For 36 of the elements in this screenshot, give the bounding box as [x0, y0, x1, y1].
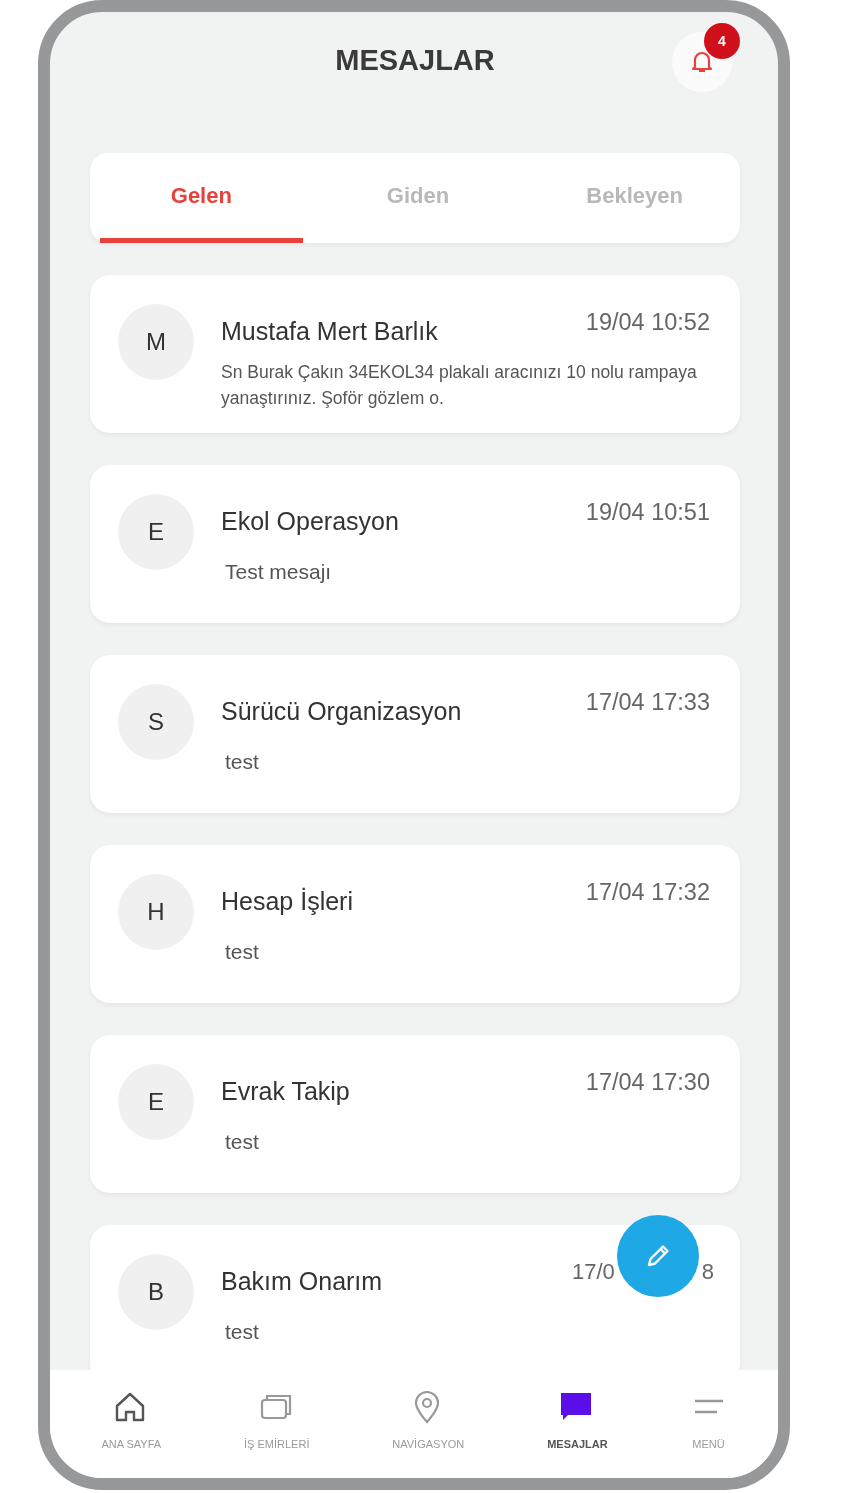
message-time: 17/04 17:33 — [585, 689, 710, 716]
avatar: E — [118, 1064, 194, 1140]
sender-name: Ekol Operasyon — [221, 507, 399, 536]
sender-name: Hesap İşleri — [221, 887, 353, 916]
message-time: 17/0 — [572, 1259, 615, 1285]
message-time: 17/04 17:30 — [585, 1069, 710, 1096]
sender-name: Bakım Onarım — [221, 1267, 383, 1296]
message-card[interactable]: S Sürücü Organizasyon 17/04 17:33 test — [90, 655, 740, 813]
nav-item[interactable]: MESAJLAR — [547, 1390, 608, 1466]
avatar: E — [118, 494, 194, 570]
avatar: H — [118, 874, 194, 950]
message-preview: test — [224, 750, 260, 774]
message-preview: Sn Burak Çakın 34EKOL34 plakalı aracınızı 10 nolu rampaya yanaştırınız. Şoför gözlem o. — [221, 361, 698, 410]
message-time: 19/04 10:51 — [585, 499, 710, 526]
message-card[interactable]: B Bakım Onarım 17/0 8 test — [90, 1225, 740, 1370]
notification-badge: 4 — [704, 23, 740, 59]
message-preview: test — [224, 940, 260, 964]
message-preview: test — [224, 1130, 260, 1154]
message-card[interactable]: E Evrak Takip 17/04 17:30 test — [90, 1035, 740, 1193]
message-card[interactable]: E Ekol Operasyon 19/04 10:51 Test mesajı — [90, 465, 740, 623]
avatar: M — [118, 304, 194, 380]
message-time: 19/04 10:52 — [585, 309, 710, 336]
avatar: B — [118, 1254, 194, 1330]
tab[interactable]: Gelen — [100, 153, 303, 243]
avatar: S — [118, 684, 194, 760]
bell-icon — [691, 50, 713, 74]
message-card[interactable]: M Mustafa Mert Barlık 19/04 10:52 Sn Burak Çakın 34EKOL34 plakalı aracınızı 10 nolu rampaya yanaştırınız. Şoför gözlem o. — [90, 275, 740, 433]
message-time: 8 — [701, 1259, 714, 1285]
sender-name: Mustafa Mert Barlık — [221, 317, 438, 346]
message-time: 17/04 17:32 — [585, 879, 710, 906]
message-preview: test — [224, 1320, 260, 1344]
message-card[interactable]: H Hesap İşleri 17/04 17:32 test — [90, 845, 740, 1003]
sender-name: Sürücü Organizasyon — [221, 697, 462, 726]
page-title: MESAJLAR — [335, 44, 495, 78]
message-preview: Test mesajı — [224, 560, 333, 584]
sender-name: Evrak Takip — [221, 1077, 350, 1106]
